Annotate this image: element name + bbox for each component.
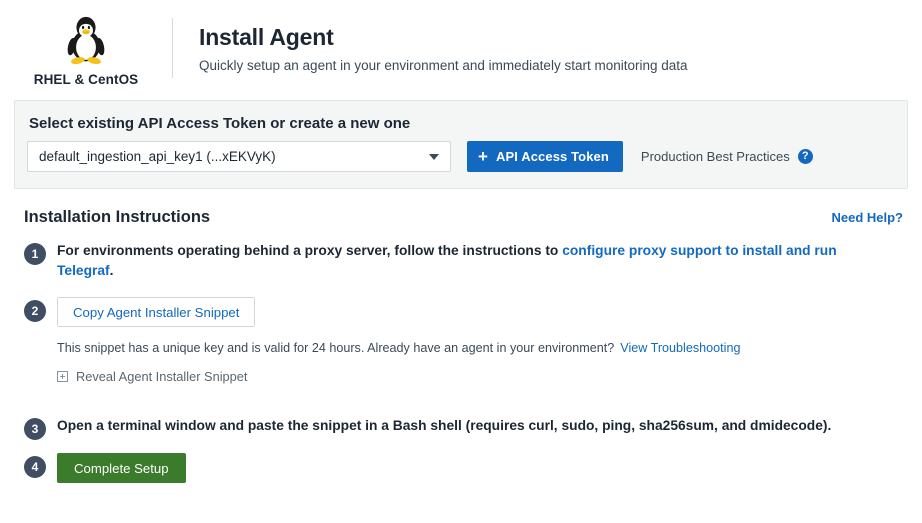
production-best-practices-label: Production Best Practices — [641, 149, 790, 164]
page-subtitle: Quickly setup an agent in your environme… — [199, 58, 688, 74]
step-1-text: For environments operating behind a prox… — [57, 241, 875, 281]
step-4-body: Complete Setup — [46, 454, 908, 483]
view-troubleshooting-link[interactable]: View Troubleshooting — [620, 341, 740, 355]
step-1-badge: 1 — [24, 243, 46, 265]
copy-agent-installer-snippet-button[interactable]: Copy Agent Installer Snippet — [57, 297, 255, 327]
step-3-badge: 3 — [24, 418, 46, 440]
platform-label: RHEL & CentOS — [34, 72, 139, 87]
page-header: RHEL & CentOS Install Agent Quickly setu… — [0, 0, 922, 88]
step-3: 3 Open a terminal window and paste the s… — [14, 416, 908, 440]
step-2-body: Copy Agent Installer Snippet This snippe… — [46, 298, 908, 384]
complete-setup-button[interactable]: Complete Setup — [57, 453, 186, 483]
api-token-card: Select existing API Access Token or crea… — [14, 100, 908, 189]
installation-instructions-section: Installation Instructions Need Help? 1 F… — [14, 189, 908, 483]
reveal-agent-installer-snippet-toggle[interactable]: Reveal Agent Installer Snippet — [57, 369, 247, 384]
step-1: 1 For environments operating behind a pr… — [14, 241, 908, 281]
page-title: Install Agent — [199, 24, 688, 50]
production-best-practices-link[interactable]: Production Best Practices ? — [641, 149, 813, 164]
snippet-note: This snippet has a unique key and is val… — [57, 340, 908, 356]
instructions-title: Installation Instructions — [24, 208, 210, 227]
tux-linux-penguin-icon — [62, 15, 110, 65]
step-1-body: For environments operating behind a prox… — [46, 241, 908, 281]
header-text-block: Install Agent Quickly setup an agent in … — [173, 24, 688, 75]
api-token-select-value: default_ingestion_api_key1 (...xEKVyK) — [39, 149, 276, 164]
platform-block: RHEL & CentOS — [0, 11, 172, 87]
help-circle-icon[interactable]: ? — [798, 149, 813, 164]
step-1-text-before: For environments operating behind a prox… — [57, 243, 562, 258]
step-1-text-after: . — [110, 263, 114, 278]
instructions-header: Installation Instructions Need Help? — [14, 208, 908, 227]
plus-box-icon — [57, 371, 68, 382]
need-help-link[interactable]: Need Help? — [831, 210, 908, 225]
chevron-down-icon — [429, 154, 439, 160]
step-4-badge: 4 — [24, 456, 46, 478]
step-3-body: Open a terminal window and paste the sni… — [46, 416, 908, 436]
create-api-access-token-button[interactable]: + API Access Token — [467, 141, 623, 172]
api-token-select[interactable]: default_ingestion_api_key1 (...xEKVyK) — [27, 141, 451, 172]
snippet-note-text: This snippet has a unique key and is val… — [57, 341, 614, 355]
step-3-text: Open a terminal window and paste the sni… — [57, 416, 875, 436]
create-api-access-token-label: API Access Token — [496, 149, 609, 164]
step-2: 2 Copy Agent Installer Snippet This snip… — [14, 298, 908, 384]
step-4: 4 Complete Setup — [14, 454, 908, 483]
plus-icon: + — [478, 148, 488, 165]
api-token-card-title: Select existing API Access Token or crea… — [27, 115, 891, 132]
reveal-agent-installer-snippet-label: Reveal Agent Installer Snippet — [76, 369, 247, 384]
step-2-badge: 2 — [24, 300, 46, 322]
api-token-row: default_ingestion_api_key1 (...xEKVyK) +… — [27, 141, 891, 172]
